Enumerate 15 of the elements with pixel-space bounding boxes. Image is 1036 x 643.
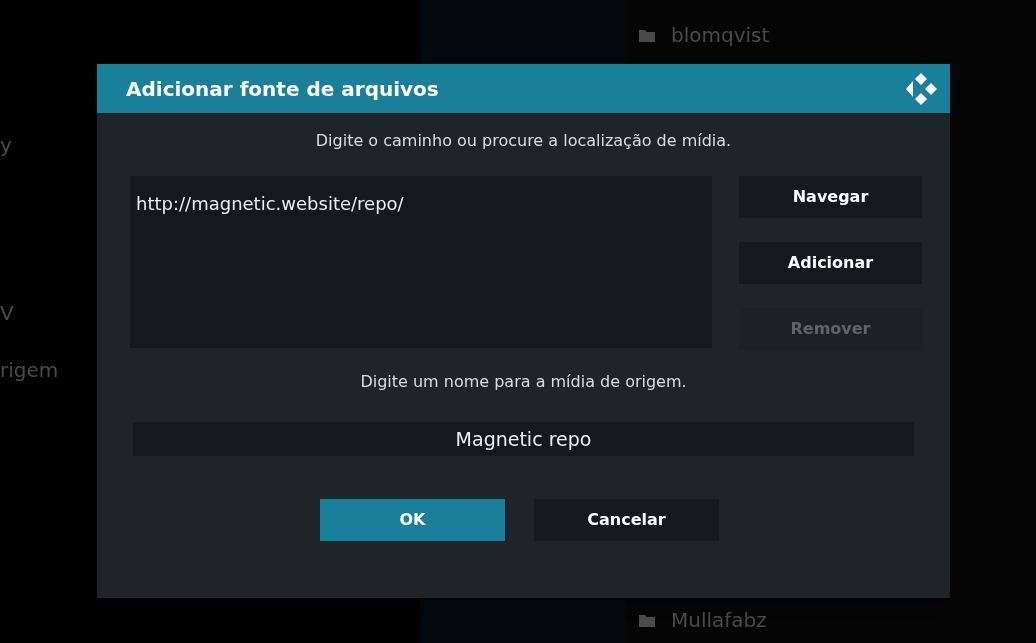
logo-icon xyxy=(904,71,938,106)
side-button[interactable]: Navegar xyxy=(739,176,922,218)
path-field[interactable]: http://magnetic.website/repo/ xyxy=(130,176,712,348)
dialog-button[interactable]: OK xyxy=(320,499,505,541)
dialog-title: Adicionar fonte de arquivos xyxy=(126,75,439,103)
name-prompt: Digite um nome para a mídia de origem. xyxy=(359,371,688,393)
folder-icon xyxy=(639,613,655,627)
name-field[interactable]: Magnetic repo xyxy=(133,422,914,456)
dialog-button[interactable]: Cancelar xyxy=(534,499,719,541)
path-prompt: Digite o caminho ou procure a localização de mídia. xyxy=(314,130,733,152)
menu-item[interactable]: V xyxy=(0,298,14,328)
menu-item[interactable]: y xyxy=(0,130,12,160)
folder-icon xyxy=(639,28,655,42)
side-button[interactable]: Adicionar xyxy=(739,242,922,284)
menu-item[interactable]: rigem xyxy=(0,355,59,385)
